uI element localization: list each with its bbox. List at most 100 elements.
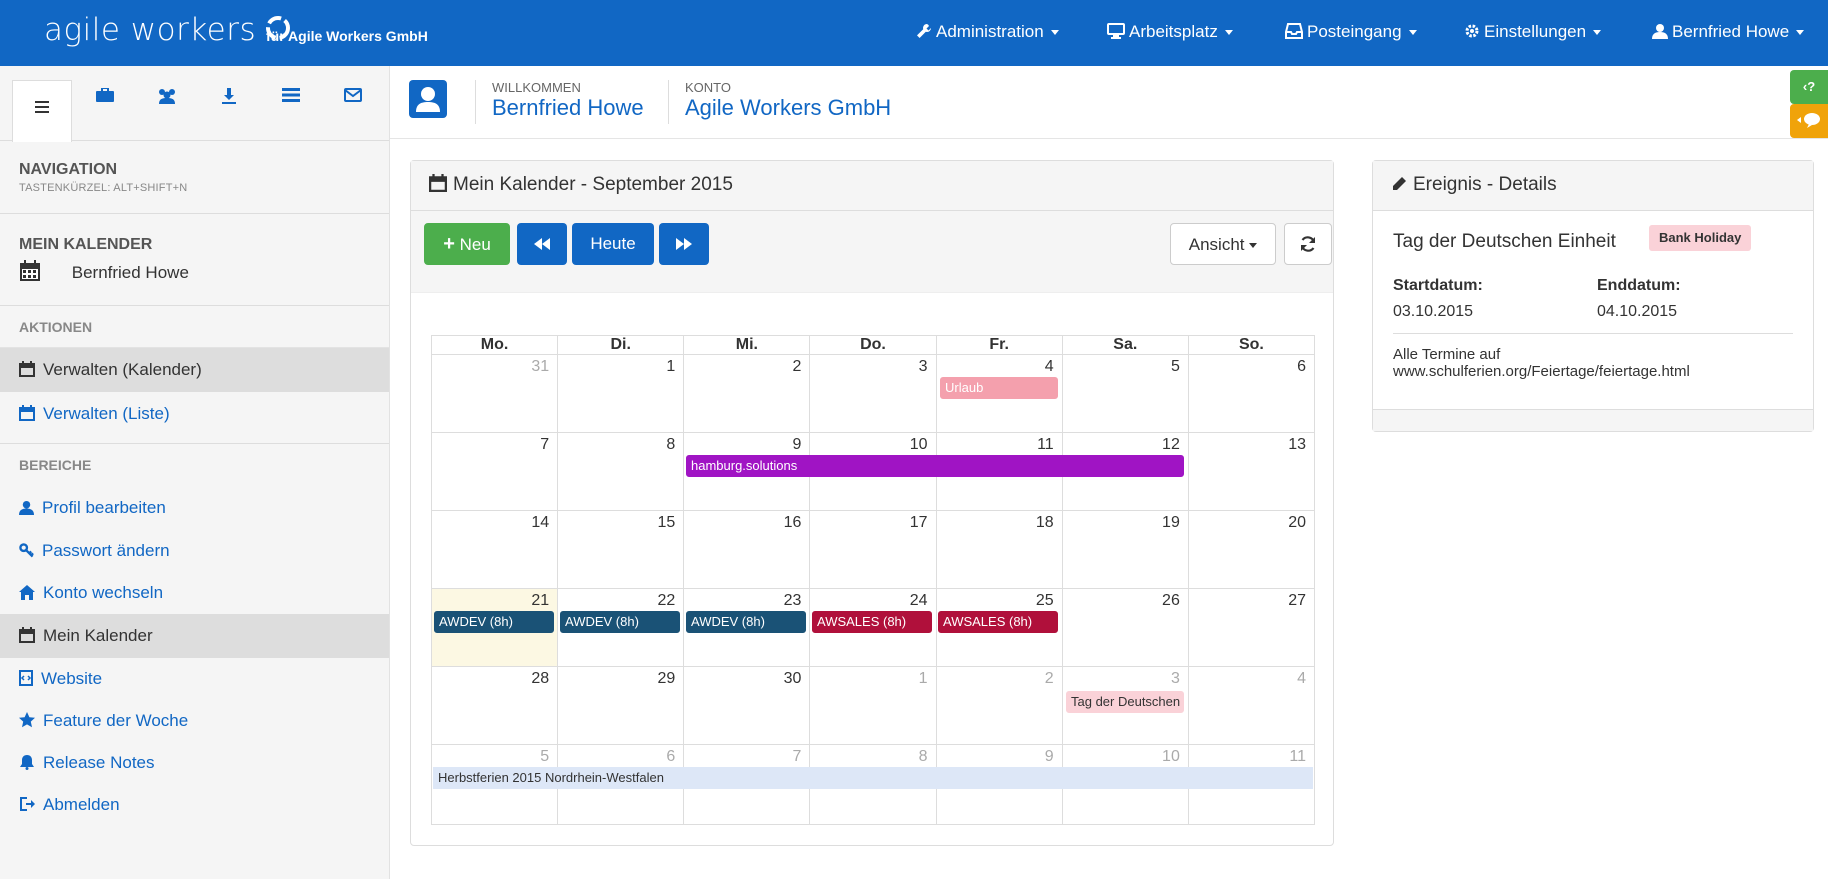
- tab-navigation[interactable]: [12, 80, 72, 142]
- day-cell[interactable]: 17: [810, 511, 937, 588]
- day-cell[interactable]: 6: [1189, 355, 1315, 432]
- calendar-icon: [19, 361, 35, 377]
- star-icon: [19, 712, 35, 728]
- weekday-label: Di.: [558, 336, 685, 354]
- day-cell[interactable]: 8: [558, 433, 685, 510]
- tab-download[interactable]: [204, 88, 254, 118]
- event-hamburg-solutions[interactable]: hamburg.solutions: [686, 455, 1184, 477]
- week-row: 31 1 2 3 4 5 6 Urlaub: [431, 355, 1315, 433]
- day-cell[interactable]: 4: [1189, 667, 1315, 744]
- account-name[interactable]: Agile Workers GmbH: [685, 95, 891, 121]
- previous-month-button[interactable]: [517, 223, 567, 265]
- welcome-user: Bernfried Howe: [492, 95, 644, 120]
- tab-team[interactable]: [142, 88, 192, 118]
- nav-posteingang[interactable]: Posteingang: [1285, 22, 1417, 42]
- event-awdev[interactable]: AWDEV (8h): [560, 611, 680, 633]
- tab-portfolio[interactable]: [80, 87, 130, 118]
- new-event-button[interactable]: + Neu: [424, 223, 510, 265]
- day-cell[interactable]: 27: [1189, 589, 1315, 666]
- briefcase-icon: [96, 87, 114, 102]
- refresh-button[interactable]: [1284, 223, 1332, 265]
- day-cell[interactable]: 3: [810, 355, 937, 432]
- day-cell[interactable]: 20: [1189, 511, 1315, 588]
- menu-icon: [35, 101, 49, 113]
- day-cell[interactable]: 1: [558, 355, 685, 432]
- day-cell[interactable]: 5: [1063, 355, 1189, 432]
- day-cell[interactable]: 13: [1189, 433, 1315, 510]
- weekday-label: Fr.: [937, 336, 1063, 354]
- tab-list[interactable]: [266, 88, 316, 118]
- week-row: 7 8 9 10 11 12 13 hamburg.solutions: [431, 433, 1315, 511]
- sidebar-item-release-notes[interactable]: Release Notes: [0, 742, 389, 784]
- account-label: KONTO: [685, 80, 731, 95]
- day-cell[interactable]: 7: [432, 433, 559, 510]
- calendar-title: Mein Kalender - September 2015: [453, 174, 733, 195]
- sidebar-item-feature-of-week[interactable]: Feature der Woche: [0, 700, 389, 742]
- chat-icon: [1797, 113, 1820, 128]
- help-side-tab[interactable]: ‹?: [1790, 70, 1828, 104]
- areas-heading: BEREICHE: [19, 457, 92, 473]
- next-month-button[interactable]: [659, 223, 709, 265]
- sidebar-item-my-calendar[interactable]: Mein Kalender: [0, 614, 389, 658]
- nav-user-menu[interactable]: Bernfried Howe: [1652, 22, 1805, 42]
- day-cell[interactable]: 2: [684, 355, 811, 432]
- gear-icon: [1465, 24, 1479, 38]
- event-herbstferien[interactable]: Herbstferien 2015 Nordrhein-Westfalen: [433, 767, 1313, 789]
- my-calendar-section: MEIN KALENDER Bernfried Howe: [0, 214, 389, 306]
- nav-administration[interactable]: Administration: [916, 22, 1059, 42]
- company-subtitle: für Agile Workers GmbH: [266, 28, 428, 44]
- event-tag-der-deutschen-einheit[interactable]: Tag der Deutschen Einheit: [1066, 691, 1184, 713]
- sign-out-icon: [20, 797, 35, 811]
- sidebar-item-switch-account[interactable]: Konto wechseln: [0, 572, 389, 614]
- event-awsales[interactable]: AWSALES (8h): [938, 611, 1058, 633]
- start-date-label: Startdatum:: [1393, 277, 1483, 294]
- sidebar-item-website[interactable]: Website: [0, 658, 389, 700]
- calendar-icon: [20, 260, 40, 281]
- calendar-owner-name: Bernfried Howe: [71, 263, 189, 282]
- end-date-label: Enddatum:: [1597, 277, 1681, 294]
- event-awdev[interactable]: AWDEV (8h): [434, 611, 554, 633]
- day-cell[interactable]: 19: [1063, 511, 1189, 588]
- tab-messages[interactable]: [328, 88, 378, 118]
- weekday-label: Sa.: [1063, 336, 1189, 354]
- day-cell[interactable]: 29: [558, 667, 685, 744]
- today-button[interactable]: Heute: [572, 223, 654, 265]
- weekday-label: Do.: [810, 336, 937, 354]
- bell-icon: [20, 755, 34, 770]
- event-name: Tag der Deutschen Einheit: [1393, 231, 1616, 252]
- day-cell[interactable]: 26: [1063, 589, 1189, 666]
- sidebar-item-manage-calendar[interactable]: Verwalten (Kalender): [0, 348, 389, 392]
- nav-einstellungen[interactable]: Einstellungen: [1464, 22, 1602, 42]
- day-cell[interactable]: 16: [684, 511, 811, 588]
- day-cell[interactable]: 15: [558, 511, 685, 588]
- status-badge: Bank Holiday: [1649, 225, 1752, 251]
- brand-name: agile workers: [44, 12, 257, 48]
- day-cell[interactable]: 30: [684, 667, 811, 744]
- event-awsales[interactable]: AWSALES (8h): [812, 611, 932, 633]
- sidebar-item-manage-list[interactable]: Verwalten (Liste): [0, 392, 389, 436]
- day-cell[interactable]: 18: [937, 511, 1063, 588]
- event-urlaub[interactable]: Urlaub: [940, 377, 1058, 399]
- brand-logo[interactable]: agile workers: [44, 12, 292, 50]
- sidebar-item-change-password[interactable]: Passwort ändern: [0, 530, 389, 572]
- day-cell[interactable]: 28: [432, 667, 559, 744]
- fast-forward-icon: [676, 238, 692, 250]
- event-awdev[interactable]: AWDEV (8h): [686, 611, 806, 633]
- sidebar-item-logout[interactable]: Abmelden: [0, 784, 389, 826]
- list-icon: [282, 88, 300, 102]
- calendar-panel: Mein Kalender - September 2015 + Neu Heu…: [410, 160, 1334, 846]
- event-details-header: Ereignis - Details: [1373, 161, 1813, 211]
- start-date-value: 03.10.2015: [1393, 303, 1474, 320]
- day-cell[interactable]: 2: [937, 667, 1063, 744]
- day-cell[interactable]: 1: [810, 667, 937, 744]
- my-calendar-title: MEIN KALENDER: [19, 236, 153, 253]
- chat-side-tab[interactable]: [1790, 104, 1828, 138]
- day-cell[interactable]: 31: [432, 355, 559, 432]
- view-dropdown[interactable]: Ansicht: [1170, 223, 1276, 265]
- day-cell[interactable]: 14: [432, 511, 559, 588]
- navigation-title: NAVIGATION: [19, 161, 118, 178]
- week-row: 21 22 23 24 25 26 27 AWDEV (8h) AWDEV (8…: [431, 589, 1315, 667]
- key-icon: [19, 543, 34, 558]
- nav-arbeitsplatz[interactable]: Arbeitsplatz: [1107, 22, 1233, 42]
- sidebar-item-edit-profile[interactable]: Profil bearbeiten: [0, 486, 389, 530]
